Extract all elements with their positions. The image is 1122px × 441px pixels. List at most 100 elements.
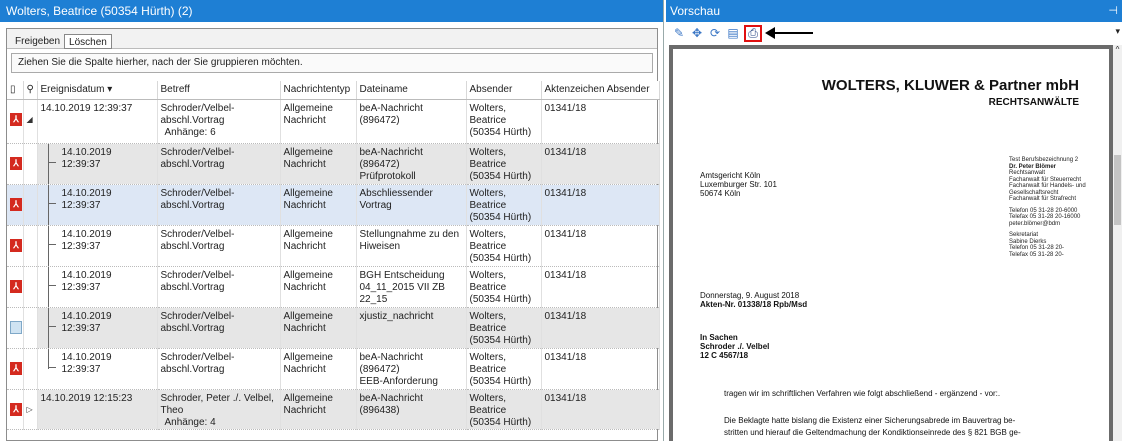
sender-cell: Wolters, Beatrice (50354 Hürth) [466,184,542,226]
messages-grid-container: Freigeben Löschen Ziehen Sie die Spalte … [6,28,660,441]
table-row[interactable]: ⅄ 14.10.2019 12:39:37 Schroder/Velbel-absch… [7,266,660,308]
column-header-file[interactable]: Dateiname [356,81,467,100]
sender-cell: Wolters, Beatrice (50354 Hürth) [466,99,542,144]
subject-cell: Schroder/Velbel-abschl.Vortrag [157,184,281,226]
tree-line [47,184,49,224]
sender-cell: Wolters, Beatrice (50354 Hürth) [466,389,542,430]
reference-cell: 01341/18 [541,266,660,308]
preview-panel-title: Vorschau [666,0,1122,22]
type-cell: Allgemeine Nachricht [280,99,357,144]
file-type-cell: ⅄ [7,225,24,267]
tree-branch [47,366,56,368]
tab-freigeben[interactable]: Freigeben [11,34,64,49]
tree-toggle-cell [23,348,38,390]
tree-toggle-cell [23,307,38,349]
subject-cell: Schroder/Velbel-abschl.Vortrag [157,225,281,267]
edit-icon[interactable]: ✎ [672,26,686,40]
filename-cell: beA-Nachricht (896438) [356,389,467,430]
date-cell: 14.10.2019 12:39:37 [37,184,158,226]
file-type-cell [7,307,24,349]
tree-toggle-cell: ▷ [23,389,38,430]
tab-loeschen[interactable]: Löschen [64,34,112,49]
scroll-thumb[interactable] [1114,155,1121,225]
sidebar-line: Fachanwalt für Strafrecht [1009,196,1077,202]
letter-intro: tragen wir im schriftlichen Verfahren wi… [724,389,1001,398]
table-row[interactable]: 14.10.2019 12:39:37 Schroder/Velbel-abschl… [7,307,660,349]
document-viewer[interactable]: WOLTERS, KLUWER & Partner mbH RECHTSANWÄ… [669,45,1113,441]
table-row[interactable]: ⅄ 14.10.2019 12:39:37 Schroder/Velbel-absch… [7,225,660,267]
reference-cell: 01341/18 [541,143,660,185]
tree-line [47,143,49,183]
chevron-down-icon[interactable]: ▾ [1115,26,1120,37]
pdf-icon: ⅄ [10,279,22,293]
recipient-address: Amtsgericht Köln Luxemburger Str. 101 5067… [700,171,777,198]
sidebar-line: Telefax 05 31-28 20- [1009,251,1064,258]
rotate-icon[interactable]: ⟳ [708,26,722,40]
sidebar-line: Fachanwalt für Handels- und [1009,183,1086,189]
column-header-reference[interactable]: Aktenzeichen Absender [541,81,660,100]
action-tabs: Freigeben Löschen [7,29,657,49]
file-type-cell: ⅄ [7,99,24,144]
tree-branch [47,202,56,204]
document-page: WOLTERS, KLUWER & Partner mbH RECHTSANWÄ… [673,49,1109,441]
collapse-caret-icon[interactable]: ◢ [27,115,33,124]
type-cell: Allgemeine Nachricht [280,184,357,226]
subject-cell: Schroder/Velbel-abschl.Vortrag [157,348,281,390]
date-cell: 14.10.2019 12:39:37 [37,348,158,390]
print-icon[interactable]: ⎙ [744,24,762,42]
tree-line [47,348,49,369]
table-row[interactable]: ⅄ 14.10.2019 12:39:37 Schroder/Velbel-absch… [7,143,660,185]
date-cell: 14.10.2019 12:39:37 [37,99,158,144]
firm-name: WOLTERS, KLUWER & Partner mbH [821,77,1079,94]
column-header-subject[interactable]: Betreff [157,81,281,100]
pdf-icon: ⅄ [10,156,22,170]
file-type-cell: ⅄ [7,348,24,390]
sidebar-line: Telefax 05 31-28 20-16000 [1009,214,1081,220]
page-icon: ▯ [10,84,16,96]
table-row[interactable]: ⅄ ◢ 14.10.2019 12:39:37 Schroder/Velbel-abs… [7,99,660,144]
document-icon[interactable]: ▤ [726,26,740,40]
tree-toggle-cell [23,266,38,308]
table-row[interactable]: ⅄ 14.10.2019 12:39:37 Schroder/Velbel-absch… [7,184,660,226]
sender-cell: Wolters, Beatrice (50354 Hürth) [466,225,542,267]
reference-cell: 01341/18 [541,307,660,349]
column-header-type[interactable]: Nachrichtentyp [280,81,357,100]
pin-icon[interactable]: ⊣ [1108,4,1118,17]
tree-toggle-cell: ◢ [23,99,38,144]
table-row[interactable]: ⅄ 14.10.2019 12:39:37 Schroder/Velbel-absch… [7,348,660,390]
preview-scrollbar[interactable]: ^ [1113,45,1122,441]
annotation-arrow [765,27,813,39]
letter-date: Donnerstag, 9. August 2018 Akten-Nr. 013… [700,291,808,309]
reference-cell: 01341/18 [541,225,660,267]
date-cell: 14.10.2019 12:39:37 [37,307,158,349]
tree-toggle-cell [23,225,38,267]
date-cell: 14.10.2019 12:39:37 [37,225,158,267]
date-cell: 14.10.2019 12:39:37 [37,266,158,308]
expand-caret-icon[interactable]: ▷ [27,405,33,414]
filename-cell: Abschliessender Vortrag [356,184,467,226]
tree-line [47,266,49,306]
tree-toggle-cell [23,143,38,185]
scroll-up-icon[interactable]: ^ [1113,45,1122,54]
column-header-date[interactable]: Ereignisdatum ▾ [37,81,158,100]
tree-branch [47,161,56,163]
group-by-bar[interactable]: Ziehen Sie die Spalte hierher, nach der … [11,53,653,73]
sender-cell: Wolters, Beatrice (50354 Hürth) [466,307,542,349]
messages-table: ▯ ⚲ Ereignisdatum ▾ Betreff Nachrichtent… [7,81,660,430]
pdf-icon: ⅄ [10,112,22,126]
sender-sidebar: Test Berufsbezeichnung 2 Dr. Peter Blömer… [1009,157,1086,258]
column-header-sender[interactable]: Absender [466,81,542,100]
preview-panel: Vorschau ⊣ ✎ ✥ ⟳ ▤ ⎙ ▾ WOLTERS, KLUWER &… [666,0,1122,441]
sender-cell: Wolters, Beatrice (50354 Hürth) [466,348,542,390]
date-cell: 14.10.2019 12:39:37 [37,143,158,185]
tree-branch [47,243,56,245]
messages-panel-title: Wolters, Beatrice (50354 Hürth) (2) [0,0,663,22]
tree-line [47,307,49,347]
file-type-cell: ⅄ [7,143,24,185]
sender-cell: Wolters, Beatrice (50354 Hürth) [466,143,542,185]
move-icon[interactable]: ✥ [690,26,704,40]
attach-icon-header: ⚲ [23,81,38,100]
xml-document-icon [10,320,22,334]
filename-cell: xjustiz_nachricht [356,307,467,349]
table-row[interactable]: ⅄ ▷ 14.10.2019 12:15:23 Schroder, Peter ./.… [7,389,660,430]
